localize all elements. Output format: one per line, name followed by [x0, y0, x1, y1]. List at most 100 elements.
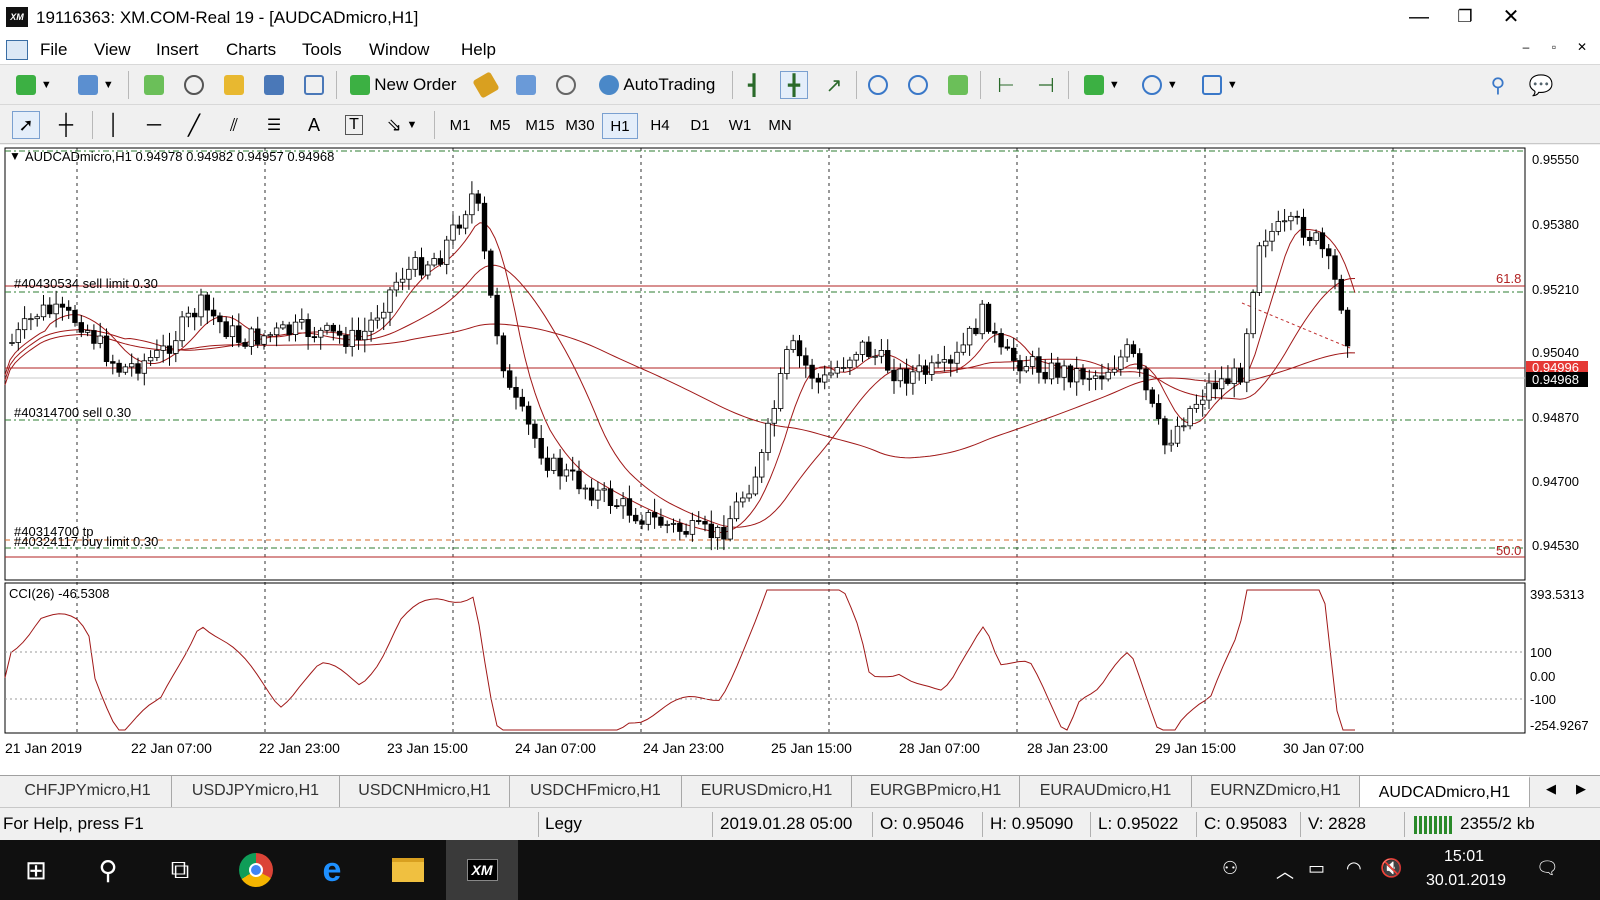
market-watch-button[interactable] — [140, 71, 168, 99]
horizontal-line-button[interactable]: ─ — [140, 111, 168, 139]
crosshair-button[interactable]: ┼ — [52, 111, 80, 139]
chat-button[interactable]: 💬 — [1524, 71, 1558, 99]
tab-eurusd[interactable]: EURUSDmicro,H1 — [682, 776, 852, 807]
clock-date[interactable]: 30.01.2019 — [1426, 872, 1506, 890]
zoom-in-button[interactable] — [864, 71, 892, 99]
cursor-button[interactable]: ➚ — [12, 111, 40, 139]
metaeditor-button[interactable] — [472, 71, 500, 99]
timeframe-h4[interactable]: H4 — [642, 113, 678, 139]
chrome-button[interactable] — [220, 840, 292, 900]
task-view-button[interactable]: ⧉ — [144, 840, 216, 900]
mt4-taskbar-button[interactable]: XM — [446, 840, 518, 900]
profiles-button[interactable]: ▼ — [72, 71, 120, 99]
folder-icon — [392, 858, 424, 882]
battery-icon[interactable]: ▭ — [1308, 858, 1325, 879]
timeframe-w1[interactable]: W1 — [722, 113, 758, 139]
mdi-minimize-button[interactable]: – — [1516, 40, 1536, 54]
candle-body — [425, 264, 431, 276]
timeframe-m30[interactable]: M30 — [562, 113, 598, 139]
candle-body — [759, 452, 765, 478]
clock-time[interactable]: 15:01 — [1444, 848, 1484, 866]
menu-help[interactable]: Help — [461, 40, 496, 60]
edge-button[interactable]: e — [296, 840, 368, 900]
tab-eurnzd[interactable]: EURNZDmicro,H1 — [1192, 776, 1360, 807]
strategy-tester-button[interactable] — [300, 71, 328, 99]
volume-muted-icon[interactable]: 🔇 — [1380, 858, 1402, 879]
people-icon[interactable]: ⚇ — [1222, 858, 1238, 879]
mdi-close-button[interactable]: ✕ — [1572, 40, 1592, 54]
text-label-button[interactable]: T — [340, 111, 368, 139]
timeframe-d1[interactable]: D1 — [682, 113, 718, 139]
tab-usdjpy[interactable]: USDJPYmicro,H1 — [172, 776, 340, 807]
candle-body — [59, 303, 66, 308]
autotrading-button[interactable]: AutoTrading — [590, 71, 724, 99]
channel-icon: ⫽ — [229, 114, 239, 135]
tile-windows-button[interactable] — [944, 71, 972, 99]
file-explorer-button[interactable] — [372, 840, 444, 900]
arrows-button[interactable]: ⇘ ▼ — [378, 111, 426, 139]
vps-button[interactable] — [552, 71, 580, 99]
minimize-button[interactable]: — — [1396, 0, 1442, 36]
vertical-line-button[interactable]: │ — [100, 111, 128, 139]
search-taskbar-button[interactable]: ⚲ — [72, 840, 144, 900]
signals-button[interactable] — [512, 71, 540, 99]
start-button[interactable]: ⊞ — [0, 840, 72, 900]
candle-body — [122, 366, 129, 373]
candle-body — [834, 367, 840, 374]
menu-window[interactable]: Window — [369, 40, 429, 60]
timeframe-mn[interactable]: MN — [762, 113, 798, 139]
tray-chevron-icon[interactable]: ︿ — [1276, 858, 1294, 884]
navigator-button[interactable] — [220, 71, 248, 99]
price-chart[interactable]: ▼ AUDCADmicro,H1 0.94978 0.94982 0.94957… — [0, 145, 1600, 775]
clock-icon — [1142, 75, 1163, 95]
close-button[interactable]: ✕ — [1488, 0, 1534, 36]
tab-euraud[interactable]: EURAUDmicro,H1 — [1020, 776, 1192, 807]
timeframe-m5[interactable]: M5 — [482, 113, 518, 139]
tab-usdchf[interactable]: USDCHFmicro,H1 — [510, 776, 682, 807]
menu-tools[interactable]: Tools — [302, 40, 342, 60]
mdi-restore-button[interactable]: ▫ — [1544, 40, 1564, 54]
line-chart-button[interactable]: ↗ — [820, 71, 848, 99]
tab-eurgbp[interactable]: EURGBPmicro,H1 — [852, 776, 1020, 807]
autotrading-icon — [598, 75, 619, 95]
templates-button[interactable]: ▼ — [1196, 71, 1244, 99]
indicators-button[interactable]: ▼ — [1078, 71, 1126, 99]
search-button[interactable]: ⚲ — [1484, 71, 1512, 99]
restore-button[interactable]: ❐ — [1442, 0, 1488, 36]
candle-body — [1307, 236, 1313, 241]
new-order-button[interactable]: New Order — [344, 71, 462, 99]
menu-file[interactable]: File — [40, 40, 67, 60]
new-chart-button[interactable]: ▼ — [10, 71, 58, 99]
tab-scroll-left-icon[interactable]: ◀ — [1546, 781, 1556, 797]
chart-shift-button[interactable]: ⊣ — [1032, 71, 1060, 99]
menu-insert[interactable]: Insert — [156, 40, 199, 60]
tab-scroll-right-icon[interactable]: ▶ — [1576, 781, 1586, 797]
candlestick-button[interactable]: ╋ — [780, 71, 808, 99]
candle-body — [317, 329, 324, 338]
terminal-button[interactable] — [260, 71, 288, 99]
candle-body — [708, 523, 714, 539]
candle-body — [903, 368, 910, 384]
wifi-icon[interactable]: ◠ — [1346, 858, 1362, 879]
timeframe-m15[interactable]: M15 — [522, 113, 558, 139]
timeframe-m1[interactable]: M1 — [442, 113, 478, 139]
chart-window[interactable]: ▼ AUDCADmicro,H1 0.94978 0.94982 0.94957… — [0, 145, 1600, 775]
zoom-out-button[interactable] — [904, 71, 932, 99]
periods-button[interactable]: ▼ — [1136, 71, 1184, 99]
tab-audcad[interactable]: AUDCADmicro,H1 — [1360, 776, 1530, 807]
tab-usdcnh[interactable]: USDCNHmicro,H1 — [340, 776, 510, 807]
menu-charts[interactable]: Charts — [226, 40, 276, 60]
candle-body — [1332, 255, 1338, 280]
timeframe-h1[interactable]: H1 — [602, 113, 638, 139]
text-button[interactable]: A — [300, 111, 328, 139]
bar-chart-button[interactable]: ┫ — [740, 71, 768, 99]
trendline-button[interactable]: ╱ — [180, 111, 208, 139]
fibonacci-button[interactable]: ☰ — [260, 111, 288, 139]
tab-chfjpy[interactable]: CHFJPYmicro,H1 — [4, 776, 172, 807]
equidistant-channel-button[interactable]: ⫽ — [220, 111, 248, 139]
data-window-button[interactable] — [180, 71, 208, 99]
auto-scroll-button[interactable]: ⊢ — [992, 71, 1020, 99]
menu-view[interactable]: View — [94, 40, 131, 60]
chart-collapse-arrow[interactable]: ▼ — [9, 149, 21, 163]
notifications-icon[interactable]: 🗨 — [1536, 858, 1559, 879]
